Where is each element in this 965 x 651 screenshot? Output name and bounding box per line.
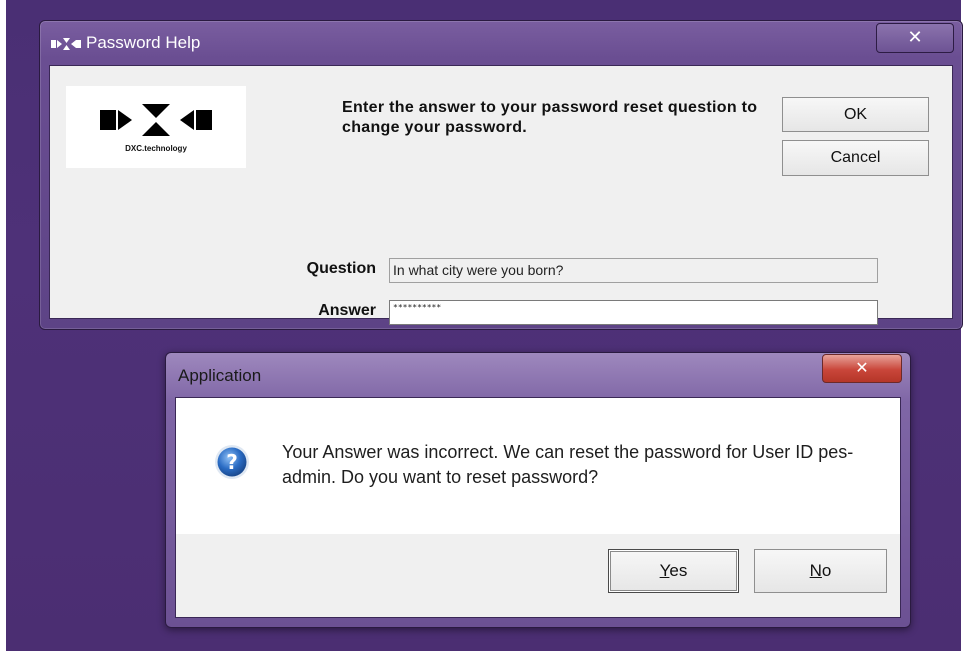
question-label: Question [306, 260, 376, 277]
close-icon: ✕ [855, 358, 869, 377]
dialog-content: ? Your Answer was incorrect. We can rese… [175, 397, 901, 618]
answer-input[interactable]: ********** [389, 300, 878, 325]
no-label: o [821, 561, 832, 580]
dialog-title: Application [178, 366, 262, 385]
window-title: Password Help [86, 33, 201, 52]
password-help-window: Password Help ✕ DXC.technology Enter the… [39, 20, 963, 330]
yes-label: es [669, 561, 688, 580]
no-button[interactable]: No [754, 549, 887, 593]
yes-button[interactable]: Yes [608, 549, 739, 593]
question-icon: ? [215, 445, 249, 479]
dialog-close-button[interactable]: ✕ [822, 354, 902, 383]
logo-wordmark: DXC.technology [125, 144, 187, 153]
ok-button[interactable]: OK [782, 97, 929, 132]
dxc-logo-icon [51, 38, 81, 50]
instructions-text: Enter the answer to your password reset … [342, 99, 758, 136]
answer-label: Answer [318, 302, 376, 319]
question-field: In what city were you born? [389, 258, 878, 283]
close-icon: ✕ [907, 27, 923, 48]
svg-text:?: ? [226, 450, 238, 474]
application-dialog: Application ✕ ? Your Answer was incorrec… [165, 352, 911, 628]
company-logo: DXC.technology [66, 86, 246, 168]
no-mnemonic: N [809, 561, 822, 580]
dxc-logo-mark [100, 104, 212, 136]
password-help-content: DXC.technology Enter the answer to your … [49, 65, 953, 325]
close-button[interactable]: ✕ [876, 23, 954, 53]
desktop-background: Password Help ✕ DXC.technology Enter the… [6, 0, 963, 651]
dialog-message: Your Answer was incorrect. We can reset … [282, 442, 854, 487]
cancel-button[interactable]: Cancel [782, 140, 929, 176]
yes-mnemonic: Y [659, 561, 670, 580]
